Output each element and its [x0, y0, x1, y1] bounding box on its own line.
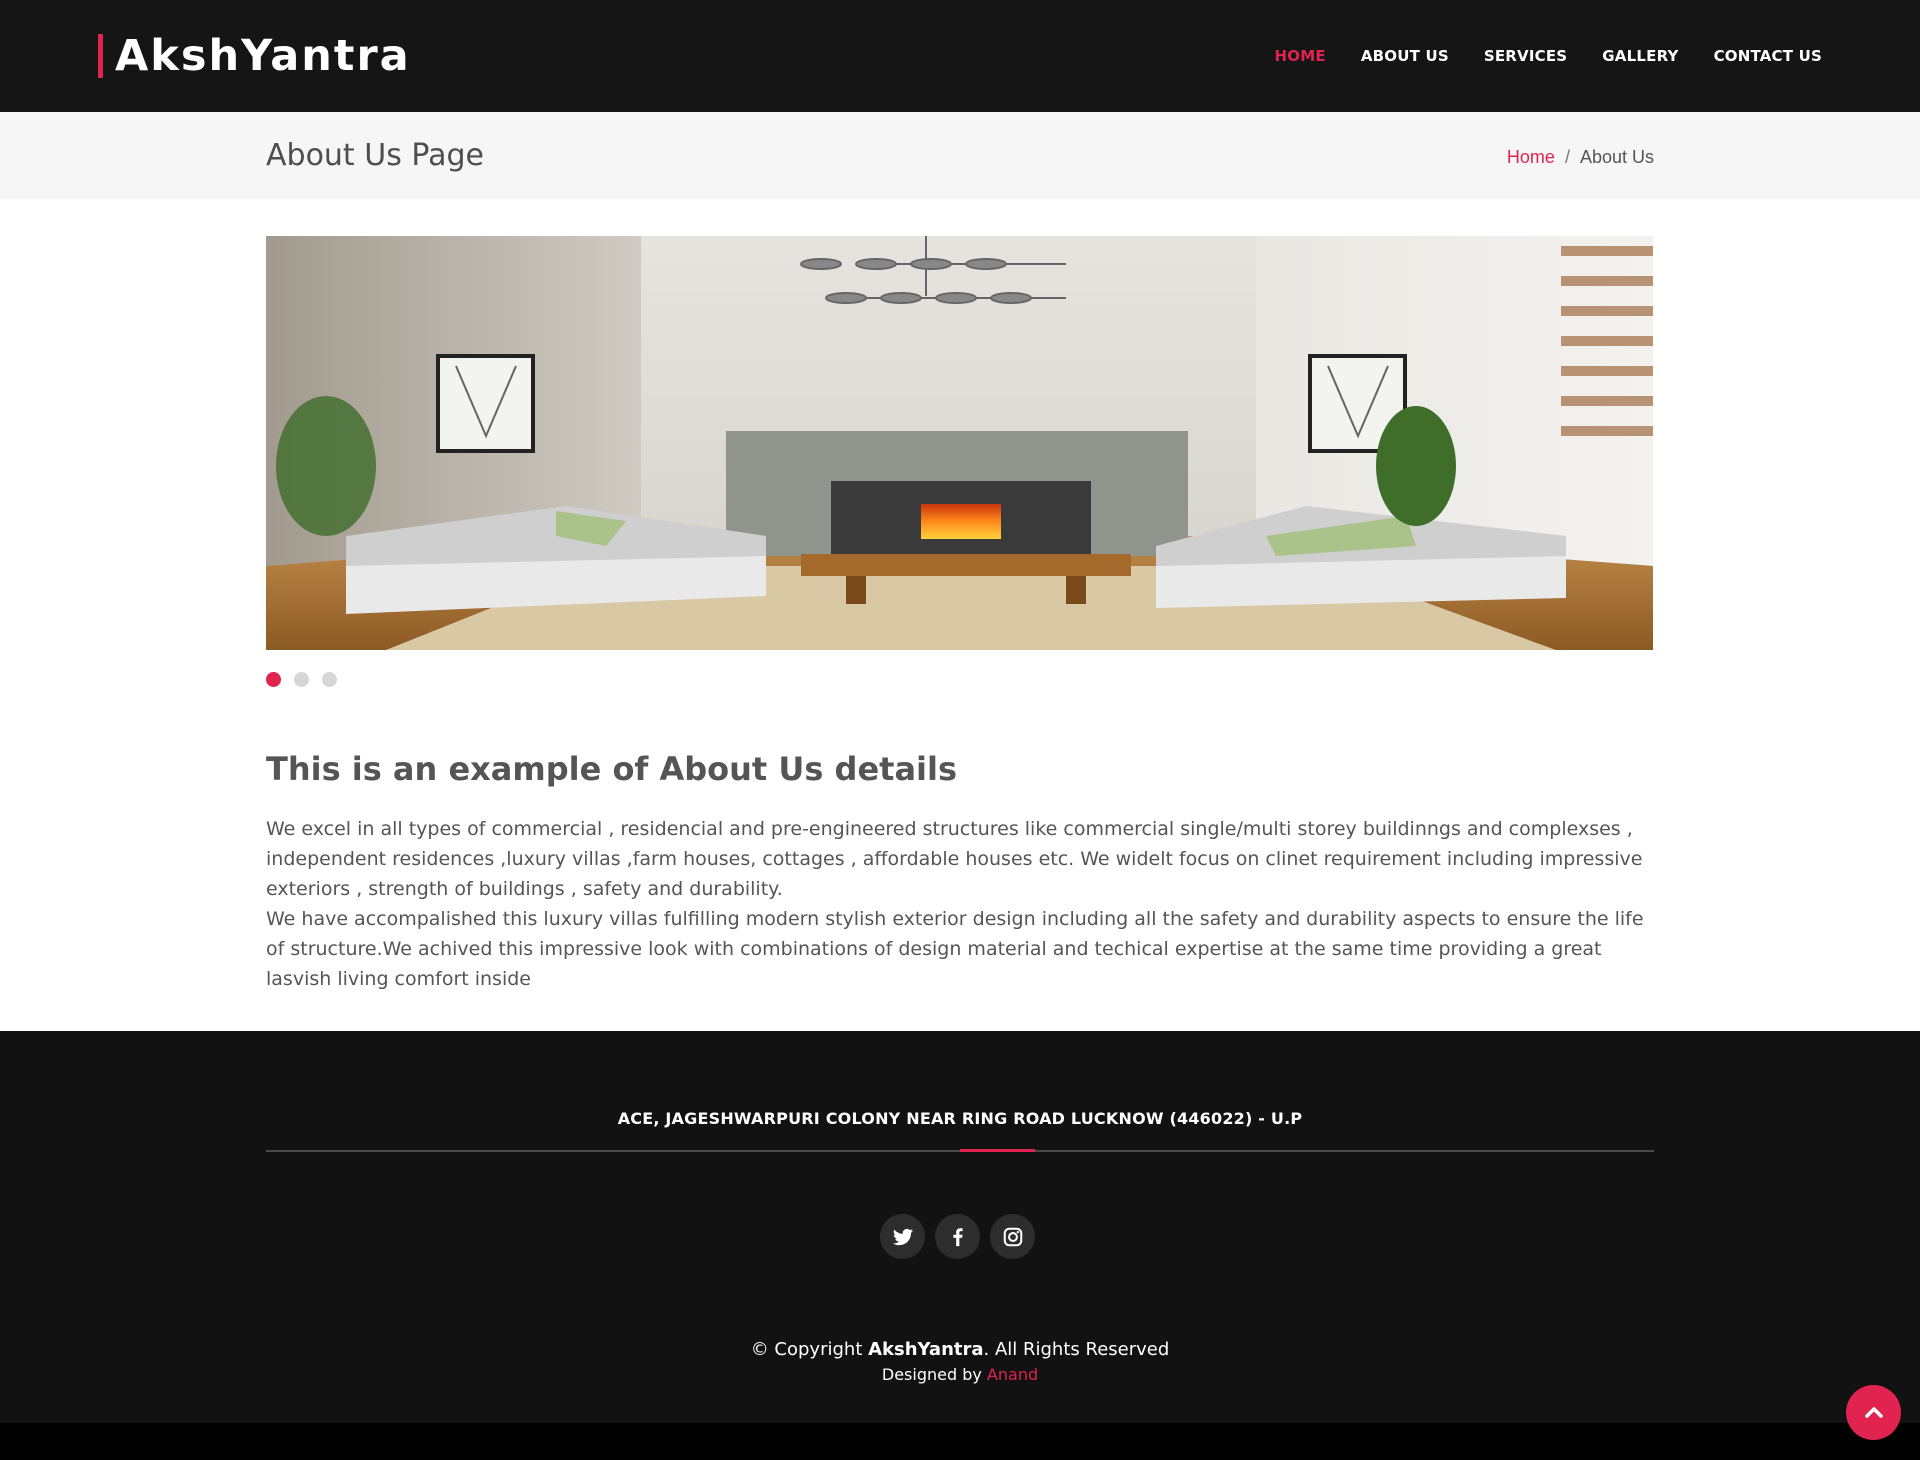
logo-accent-bar [98, 34, 103, 78]
back-to-top-button[interactable] [1846, 1385, 1901, 1440]
about-text: We excel in all types of commercial , re… [266, 814, 1666, 994]
living-room-image [266, 236, 1653, 650]
social-links [880, 1214, 1035, 1259]
footer-divider-accent [960, 1149, 1035, 1152]
nav-about-us[interactable]: ABOUT US [1361, 43, 1449, 69]
slider-dots [266, 672, 337, 687]
twitter-icon [892, 1228, 913, 1245]
slider-dot-3[interactable] [322, 672, 337, 687]
designer-link[interactable]: Anand [987, 1365, 1038, 1384]
slider-dot-1[interactable] [266, 672, 281, 687]
breadcrumb-home-link[interactable]: Home [1507, 145, 1555, 169]
site-header: AkshYantra HOME ABOUT US SERVICES GALLER… [0, 0, 1920, 112]
designed-by: Designed by Anand [0, 1364, 1920, 1386]
logo[interactable]: AkshYantra [98, 34, 411, 78]
chevron-up-icon [1864, 1406, 1883, 1418]
designed-by-label: Designed by [881, 1365, 987, 1384]
slider-dot-2[interactable] [294, 672, 309, 687]
instagram-icon [1003, 1227, 1022, 1246]
image-slider[interactable] [266, 236, 1653, 650]
nav-services[interactable]: SERVICES [1484, 43, 1567, 69]
page-title: About Us Page [266, 138, 484, 173]
copyright-text: © Copyright AkshYantra. All Rights Reser… [0, 1337, 1920, 1363]
breadcrumb: Home / About Us [1507, 145, 1654, 169]
copyright-brand: AkshYantra [868, 1339, 984, 1360]
logo-text[interactable]: AkshYantra [115, 34, 411, 78]
nav-contact-us[interactable]: CONTACT US [1714, 43, 1822, 69]
main-nav: HOME ABOUT US SERVICES GALLERY CONTACT U… [1275, 43, 1822, 69]
site-footer: ACE, JAGESHWARPURI COLONY NEAR RING ROAD… [0, 1031, 1920, 1423]
breadcrumb-bar: About Us Page Home / About Us [0, 112, 1920, 199]
copyright-suffix: . All Rights Reserved [983, 1339, 1170, 1360]
breadcrumb-separator: / [1564, 147, 1570, 167]
twitter-link[interactable] [880, 1214, 925, 1259]
nav-home[interactable]: HOME [1275, 43, 1326, 69]
bottom-strip [0, 1423, 1920, 1460]
facebook-link[interactable] [935, 1214, 980, 1259]
nav-gallery[interactable]: GALLERY [1602, 43, 1678, 69]
instagram-link[interactable] [990, 1214, 1035, 1259]
breadcrumb-current: About Us [1579, 147, 1654, 167]
footer-address: ACE, JAGESHWARPURI COLONY NEAR RING ROAD… [617, 1109, 1303, 1128]
facebook-icon [952, 1227, 963, 1246]
about-paragraph-1: We excel in all types of commercial , re… [266, 818, 1643, 900]
about-title: This is an example of About Us details [266, 750, 958, 788]
about-paragraph-2: We have accompalished this luxury villas… [266, 908, 1644, 990]
copyright-prefix: © Copyright [750, 1339, 869, 1360]
